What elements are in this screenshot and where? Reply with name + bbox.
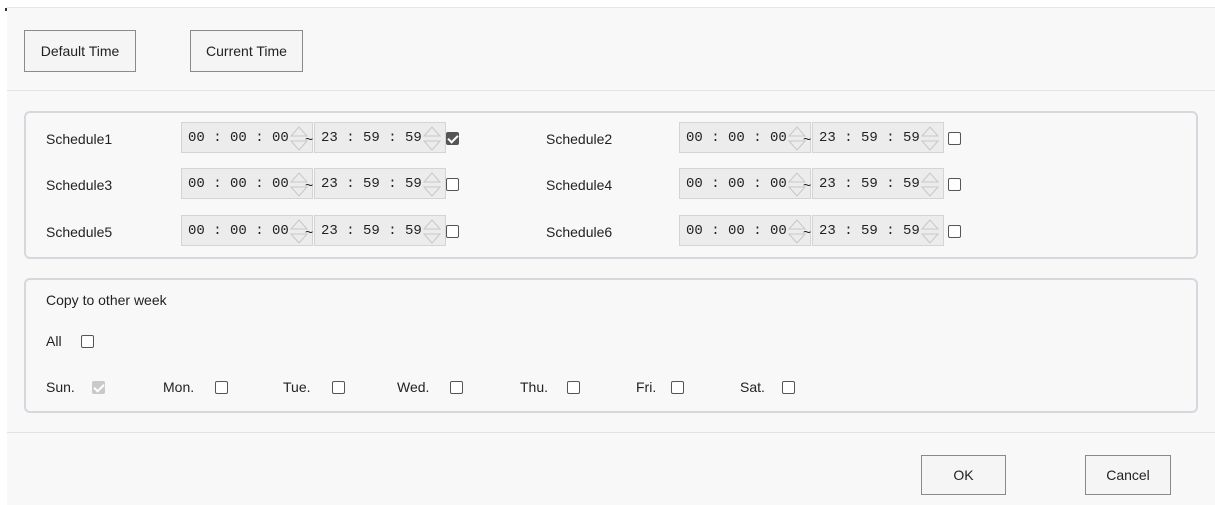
day-checkbox-fri[interactable] bbox=[671, 381, 684, 394]
start-time-input[interactable]: 00 : 00 : 00 bbox=[181, 122, 313, 153]
start-time-value: 00 : 00 : 00 bbox=[686, 175, 787, 192]
schedule-enable-checkbox[interactable] bbox=[446, 132, 459, 145]
day-label-thu: Thu. bbox=[520, 379, 549, 395]
day-checkbox-wed[interactable] bbox=[450, 381, 463, 394]
all-label: All bbox=[46, 333, 62, 349]
time-spinner[interactable] bbox=[919, 171, 941, 198]
end-time-input[interactable]: 23 : 59 : 59 bbox=[314, 215, 446, 246]
end-time-value: 23 : 59 : 59 bbox=[321, 129, 422, 146]
schedule-label: Schedule1 bbox=[46, 131, 113, 147]
time-spinner[interactable] bbox=[919, 125, 941, 152]
copy-week-panel: Copy to other week All Sun. Mon. Tue. We… bbox=[24, 278, 1198, 413]
schedule-label: Schedule5 bbox=[46, 224, 113, 240]
start-time-value: 00 : 00 : 00 bbox=[686, 222, 787, 239]
range-separator: ~ bbox=[803, 177, 812, 193]
day-checkbox-sun bbox=[92, 381, 105, 394]
schedule-label: Schedule6 bbox=[546, 224, 613, 240]
range-separator: ~ bbox=[305, 131, 314, 147]
end-time-input[interactable]: 23 : 59 : 59 bbox=[812, 215, 944, 246]
day-checkbox-mon[interactable] bbox=[215, 381, 228, 394]
day-label-fri: Fri. bbox=[636, 379, 657, 395]
start-time-value: 00 : 00 : 00 bbox=[188, 175, 289, 192]
day-checkbox-tue[interactable] bbox=[332, 381, 345, 394]
day-label-sat: Sat. bbox=[740, 379, 765, 395]
schedule-enable-checkbox[interactable] bbox=[948, 132, 961, 145]
schedule-dialog: Default Time Current Time Schedule1 00 :… bbox=[7, 7, 1215, 505]
end-time-input[interactable]: 23 : 59 : 59 bbox=[812, 122, 944, 153]
schedule-label: Schedule2 bbox=[546, 131, 613, 147]
schedule-panel: Schedule1 00 : 00 : 00 ~ 23 : 59 : 59 Sc… bbox=[24, 111, 1198, 259]
footer-divider bbox=[7, 432, 1215, 433]
day-label-wed: Wed. bbox=[397, 379, 430, 395]
end-time-input[interactable]: 23 : 59 : 59 bbox=[314, 122, 446, 153]
time-spinner[interactable] bbox=[421, 218, 443, 245]
range-separator: ~ bbox=[803, 224, 812, 240]
time-spinner[interactable] bbox=[919, 218, 941, 245]
current-time-button[interactable]: Current Time bbox=[190, 30, 303, 72]
end-time-value: 23 : 59 : 59 bbox=[321, 175, 422, 192]
day-checkbox-thu[interactable] bbox=[567, 381, 580, 394]
end-time-input[interactable]: 23 : 59 : 59 bbox=[812, 168, 944, 199]
range-separator: ~ bbox=[803, 131, 812, 147]
end-time-value: 23 : 59 : 59 bbox=[819, 222, 920, 239]
ok-button[interactable]: OK bbox=[921, 455, 1006, 495]
range-separator: ~ bbox=[305, 224, 314, 240]
start-time-input[interactable]: 00 : 00 : 00 bbox=[181, 168, 313, 199]
start-time-input[interactable]: 00 : 00 : 00 bbox=[679, 122, 811, 153]
schedule-enable-checkbox[interactable] bbox=[948, 178, 961, 191]
toolbar-divider bbox=[7, 90, 1215, 91]
schedule-enable-checkbox[interactable] bbox=[446, 225, 459, 238]
schedule-label: Schedule3 bbox=[46, 177, 113, 193]
day-label-mon: Mon. bbox=[163, 379, 195, 395]
start-time-input[interactable]: 00 : 00 : 00 bbox=[679, 215, 811, 246]
start-time-input[interactable]: 00 : 00 : 00 bbox=[679, 168, 811, 199]
copy-title: Copy to other week bbox=[46, 292, 167, 308]
end-time-input[interactable]: 23 : 59 : 59 bbox=[314, 168, 446, 199]
start-time-value: 00 : 00 : 00 bbox=[686, 129, 787, 146]
time-spinner[interactable] bbox=[421, 125, 443, 152]
cancel-button[interactable]: Cancel bbox=[1085, 455, 1171, 495]
schedule-label: Schedule4 bbox=[546, 177, 613, 193]
day-label-tue: Tue. bbox=[283, 379, 311, 395]
day-label-sun: Sun. bbox=[46, 379, 75, 395]
range-separator: ~ bbox=[305, 177, 314, 193]
start-time-value: 00 : 00 : 00 bbox=[188, 129, 289, 146]
schedule-enable-checkbox[interactable] bbox=[948, 225, 961, 238]
end-time-value: 23 : 59 : 59 bbox=[321, 222, 422, 239]
schedule-enable-checkbox[interactable] bbox=[446, 178, 459, 191]
default-time-button[interactable]: Default Time bbox=[24, 30, 136, 72]
time-spinner[interactable] bbox=[421, 171, 443, 198]
start-time-value: 00 : 00 : 00 bbox=[188, 222, 289, 239]
day-checkbox-sat[interactable] bbox=[782, 381, 795, 394]
start-time-input[interactable]: 00 : 00 : 00 bbox=[181, 215, 313, 246]
end-time-value: 23 : 59 : 59 bbox=[819, 129, 920, 146]
end-time-value: 23 : 59 : 59 bbox=[819, 175, 920, 192]
all-checkbox[interactable] bbox=[81, 335, 94, 348]
